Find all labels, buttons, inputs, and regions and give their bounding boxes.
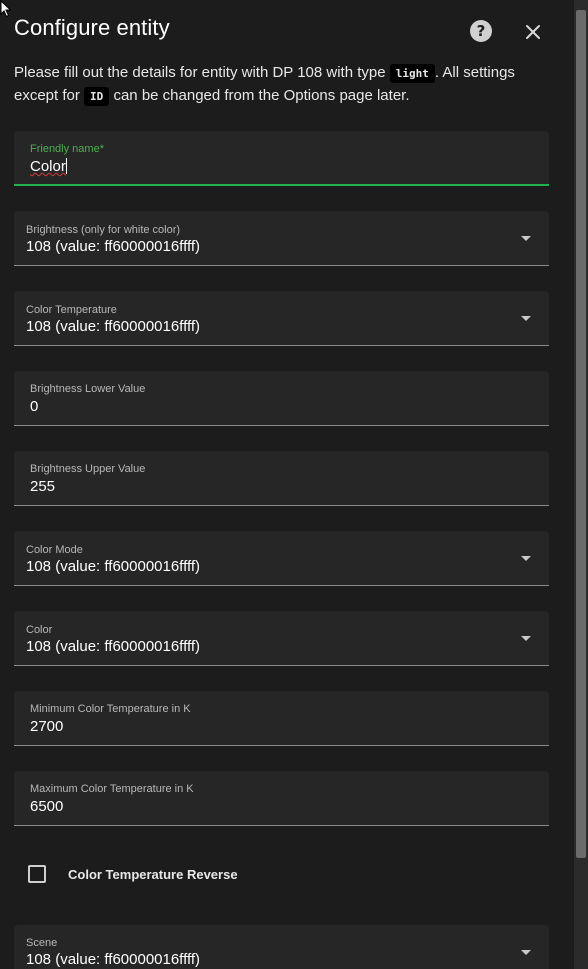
friendly-name-label: Friendly name*: [30, 143, 104, 155]
color-select[interactable]: Color 108 (value: ff60000016ffff): [14, 611, 549, 666]
brightness-lower-value: 0: [30, 398, 39, 415]
brightness-lower-field[interactable]: Brightness Lower Value 0: [14, 371, 549, 426]
max-color-temp-field[interactable]: Maximum Color Temperature in K 6500: [14, 771, 549, 826]
max-color-temp-value: 6500: [30, 798, 64, 815]
color-mode-select[interactable]: Color Mode 108 (value: ff60000016ffff): [14, 531, 549, 586]
scene-label: Scene: [26, 937, 58, 949]
type-code: light: [389, 64, 435, 83]
chevron-down-icon: [521, 950, 531, 955]
friendly-name-value[interactable]: Color: [30, 158, 67, 175]
color-value: 108 (value: ff60000016ffff): [26, 638, 201, 655]
color-temp-reverse-label: Color Temperature Reverse: [68, 866, 238, 882]
color-temp-reverse-checkbox[interactable]: [28, 865, 46, 883]
description-text-end: can be changed from the Options page lat…: [109, 87, 410, 104]
scrollbar[interactable]: [574, 0, 588, 969]
brightness-value: 108 (value: ff60000016ffff): [26, 238, 201, 255]
friendly-name-field[interactable]: Friendly name* Color: [14, 131, 549, 186]
chevron-down-icon: [521, 556, 531, 561]
mouse-pointer-icon: [0, 0, 12, 18]
color-mode-value: 108 (value: ff60000016ffff): [26, 558, 201, 575]
brightness-label: Brightness (only for white color): [26, 224, 181, 236]
min-color-temp-label: Minimum Color Temperature in K: [30, 703, 191, 715]
chevron-down-icon: [521, 316, 531, 321]
min-color-temp-value: 2700: [30, 718, 64, 735]
min-color-temp-field[interactable]: Minimum Color Temperature in K 2700: [14, 691, 549, 746]
close-button[interactable]: [521, 20, 545, 44]
max-color-temp-label: Maximum Color Temperature in K: [30, 783, 194, 795]
chevron-down-icon: [521, 236, 531, 241]
text-cursor: [65, 158, 67, 174]
color-temperature-label: Color Temperature: [26, 304, 117, 316]
brightness-upper-label: Brightness Upper Value: [30, 463, 146, 475]
brightness-upper-field[interactable]: Brightness Upper Value 255: [14, 451, 549, 506]
id-code: ID: [84, 87, 110, 106]
scrollbar-thumb[interactable]: [576, 10, 586, 858]
color-mode-label: Color Mode: [26, 544, 83, 556]
friendly-name-text: Color: [30, 158, 66, 175]
dialog-description: Please fill out the details for entity w…: [14, 62, 554, 108]
chevron-down-icon: [521, 636, 531, 641]
scene-value: 108 (value: ff60000016ffff): [26, 951, 201, 968]
color-temperature-value: 108 (value: ff60000016ffff): [26, 318, 201, 335]
dialog-title: Configure entity: [14, 15, 170, 40]
description-text: Please fill out the details for entity w…: [14, 64, 390, 81]
help-button[interactable]: ?: [470, 20, 492, 42]
color-label: Color: [26, 624, 53, 636]
scene-select[interactable]: Scene 108 (value: ff60000016ffff): [14, 925, 549, 969]
brightness-upper-value: 255: [30, 478, 56, 495]
brightness-lower-label: Brightness Lower Value: [30, 383, 146, 395]
help-circle-icon: ?: [476, 22, 486, 40]
color-temperature-select[interactable]: Color Temperature 108 (value: ff60000016…: [14, 291, 549, 346]
configure-entity-dialog: Configure entity ? Please fill out the d…: [0, 0, 574, 969]
brightness-select[interactable]: Brightness (only for white color) 108 (v…: [14, 211, 549, 266]
color-temp-reverse-row[interactable]: Color Temperature Reverse: [28, 865, 238, 883]
close-icon: [526, 25, 540, 39]
